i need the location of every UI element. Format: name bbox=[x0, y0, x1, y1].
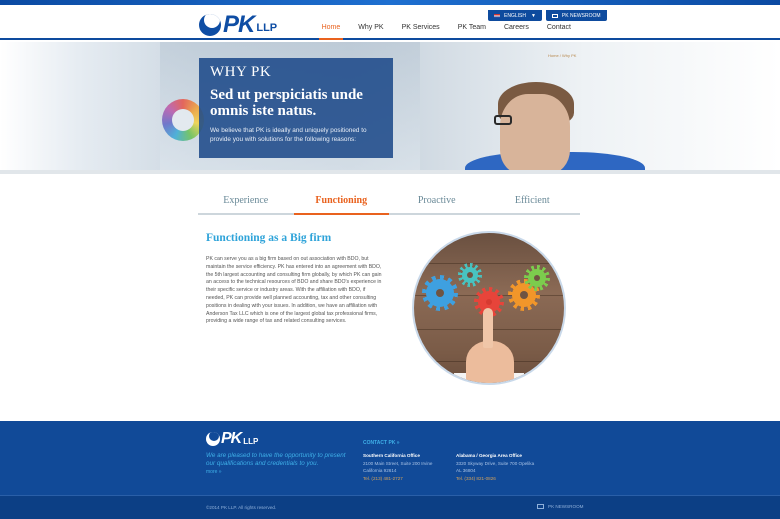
office-name: Southern California Office bbox=[363, 453, 420, 458]
contact-pk-link[interactable]: CONTACT PK » bbox=[363, 440, 400, 446]
nav-pk-team[interactable]: PK Team bbox=[449, 22, 495, 40]
newspaper-icon bbox=[537, 504, 544, 509]
logo-mark-icon bbox=[206, 432, 220, 446]
office-alabama-georgia: Alabama / Georgia Area Office 3320 Skywa… bbox=[456, 452, 556, 482]
main-nav: Home Why PK PK Services PK Team Careers … bbox=[313, 22, 580, 40]
logo-suffix: LLP bbox=[256, 22, 278, 34]
hero-caption-box: WHY PK Sed ut perspiciatis unde omnis is… bbox=[199, 58, 393, 158]
site-footer: PK LLP We are pleased to have the opport… bbox=[0, 421, 780, 519]
hero-headline: Sed ut perspiciatis unde omnis iste natu… bbox=[210, 87, 363, 119]
site-header: PK LLP ENGLISH ▼ PK NEWSROOM Home Why PK… bbox=[0, 5, 780, 40]
content-title: Functioning as a Big firm bbox=[206, 232, 332, 244]
logo-text: PK bbox=[223, 11, 255, 38]
office-southern-california: Southern California Office 2100 Main Str… bbox=[363, 452, 449, 482]
office-address-line: California 92614 bbox=[363, 468, 397, 474]
newsroom-link[interactable]: PK NEWSROOM bbox=[545, 10, 607, 21]
breadcrumb: Home / Why PK bbox=[548, 53, 577, 58]
newsroom-label: PK NEWSROOM bbox=[561, 12, 601, 19]
gears-photo bbox=[412, 231, 566, 385]
nav-pk-services[interactable]: PK Services bbox=[393, 22, 449, 40]
pk-logo[interactable]: PK LLP bbox=[199, 11, 278, 38]
green-gear-icon bbox=[524, 265, 550, 291]
hero-person-head bbox=[500, 94, 570, 174]
caret-down-icon: ▼ bbox=[530, 12, 536, 19]
nav-home[interactable]: Home bbox=[313, 22, 350, 40]
content-body: PK can serve you as a big firm based on … bbox=[206, 256, 382, 325]
pointing-finger bbox=[483, 308, 493, 348]
hero-desk bbox=[0, 170, 780, 174]
utility-bar: ENGLISH ▼ PK NEWSROOM bbox=[488, 10, 607, 21]
blue-gear-icon bbox=[422, 275, 458, 311]
language-selector[interactable]: ENGLISH ▼ bbox=[488, 10, 542, 21]
nav-careers[interactable]: Careers bbox=[495, 22, 538, 40]
hero-subtext: We believe that PK is ideally and unique… bbox=[210, 127, 367, 143]
nav-why-pk[interactable]: Why PK bbox=[349, 22, 392, 40]
hero-kicker: WHY PK bbox=[210, 64, 272, 80]
tab-proactive[interactable]: Proactive bbox=[389, 192, 485, 213]
tab-efficient[interactable]: Efficient bbox=[485, 192, 581, 213]
office-address-line: 3320 Skyway Drive, Suite 700 Opelika bbox=[456, 460, 535, 466]
nav-contact[interactable]: Contact bbox=[538, 22, 580, 40]
footer-logo-suffix: LLP bbox=[243, 436, 259, 446]
footer-more-link[interactable]: more » bbox=[206, 469, 222, 475]
footer-tagline: We are pleased to have the opportunity t… bbox=[206, 452, 346, 467]
wood-plank-line bbox=[414, 263, 564, 264]
reasons-tabs: Experience Functioning Proactive Efficie… bbox=[198, 192, 580, 215]
footer-newsroom-link[interactable]: PK NEWSROOM bbox=[537, 504, 583, 509]
footer-logo[interactable]: PK LLP bbox=[206, 430, 258, 448]
footer-logo-text: PK bbox=[221, 430, 242, 447]
newspaper-icon bbox=[551, 13, 558, 18]
footer-main: PK LLP We are pleased to have the opport… bbox=[0, 421, 780, 495]
footer-newsroom-label: PK NEWSROOM bbox=[548, 504, 584, 509]
office-name: Alabama / Georgia Area Office bbox=[456, 453, 522, 458]
teal-gear-icon bbox=[458, 263, 482, 287]
tab-experience[interactable]: Experience bbox=[198, 192, 294, 213]
glasses-icon bbox=[494, 115, 512, 125]
language-label: ENGLISH bbox=[504, 12, 526, 19]
office-phone[interactable]: Tel. (213) 481-2727 bbox=[363, 475, 449, 483]
office-phone[interactable]: Tel. (334) 821-0826 bbox=[456, 475, 556, 483]
tab-functioning[interactable]: Functioning bbox=[293, 192, 390, 215]
office-address-line: AL 36804 bbox=[456, 468, 476, 474]
footer-bottom-bar: ©2014 PK LLP. All rights reserved. PK NE… bbox=[0, 495, 780, 519]
logo-mark-icon bbox=[199, 14, 221, 36]
office-address-line: 2100 Main Street, Suite 200 Irvine bbox=[363, 460, 433, 466]
color-wheel-decoration bbox=[162, 99, 204, 141]
copyright: ©2014 PK LLP. All rights reserved. bbox=[206, 505, 277, 510]
us-flag-icon bbox=[494, 13, 500, 18]
